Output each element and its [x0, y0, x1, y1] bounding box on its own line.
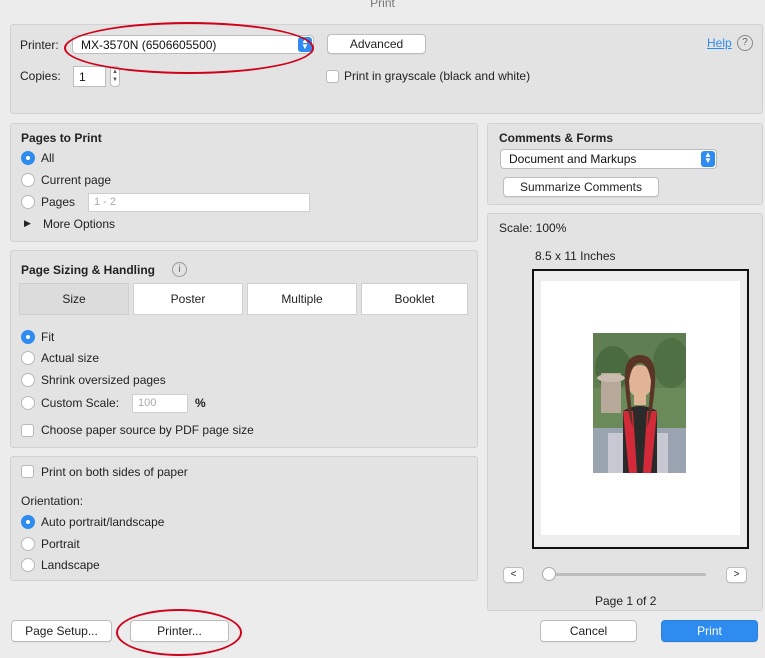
- paper-source-checkbox[interactable]: [21, 424, 34, 437]
- radio-fit[interactable]: [21, 330, 35, 344]
- pages-to-print-heading: Pages to Print: [21, 131, 102, 145]
- radio-portrait[interactable]: [21, 537, 35, 551]
- page-sizing-panel: [10, 250, 478, 448]
- printer-label: Printer:: [20, 38, 59, 52]
- chevron-updown-icon: ▲ ▼: [701, 151, 715, 167]
- tab-size[interactable]: Size: [19, 283, 129, 315]
- page-indicator: Page 1 of 2: [595, 594, 657, 608]
- info-icon[interactable]: i: [172, 262, 187, 277]
- next-page-button[interactable]: >: [726, 567, 747, 583]
- annotation-circle-printer-button: [116, 609, 242, 656]
- help-icon[interactable]: ?: [737, 35, 753, 51]
- tab-multiple[interactable]: Multiple: [247, 283, 357, 315]
- grayscale-checkbox[interactable]: [326, 70, 339, 83]
- radio-landscape[interactable]: [21, 558, 35, 572]
- page-setup-button[interactable]: Page Setup...: [11, 620, 112, 642]
- comments-forms-select-value: Document and Markups: [509, 152, 637, 166]
- preview-photo: [593, 333, 686, 473]
- radio-pages[interactable]: [21, 195, 35, 209]
- comments-forms-heading: Comments & Forms: [499, 131, 614, 145]
- info-icon-glyph: i: [178, 264, 181, 275]
- radio-auto-orientation-label: Auto portrait/landscape: [41, 515, 165, 529]
- radio-actual-size-label: Actual size: [41, 351, 100, 365]
- page-slider-thumb[interactable]: [542, 567, 556, 581]
- radio-current-page[interactable]: [21, 173, 35, 187]
- radio-current-page-label: Current page: [41, 173, 112, 187]
- radio-custom-scale-label: Custom Scale:: [41, 396, 120, 410]
- radio-custom-scale[interactable]: [21, 396, 35, 410]
- scale-label: Scale: 100%: [499, 221, 567, 235]
- custom-scale-input[interactable]: 100: [132, 394, 188, 413]
- page-slider-track[interactable]: [546, 573, 706, 576]
- paper-source-label: Choose paper source by PDF page size: [41, 423, 254, 437]
- cancel-button[interactable]: Cancel: [540, 620, 637, 642]
- help-link[interactable]: Help: [707, 36, 732, 50]
- summarize-comments-button[interactable]: Summarize Comments: [503, 177, 659, 197]
- tab-booklet[interactable]: Booklet: [361, 283, 468, 315]
- radio-all[interactable]: [21, 151, 35, 165]
- radio-pages-label: Pages: [41, 195, 76, 209]
- tab-poster[interactable]: Poster: [133, 283, 243, 315]
- radio-fit-label: Fit: [41, 330, 55, 344]
- radio-shrink-oversized-label: Shrink oversized pages: [41, 373, 166, 387]
- orientation-label: Orientation:: [21, 494, 84, 508]
- radio-shrink-oversized[interactable]: [21, 373, 35, 387]
- more-options-label[interactable]: More Options: [43, 217, 115, 231]
- both-sides-checkbox[interactable]: [21, 465, 34, 478]
- advanced-button[interactable]: Advanced: [327, 34, 426, 54]
- help-icon-glyph: ?: [742, 37, 748, 48]
- radio-landscape-label: Landscape: [41, 558, 100, 572]
- copies-input[interactable]: 1: [73, 66, 106, 87]
- more-options-disclosure-icon[interactable]: ▶: [24, 218, 31, 229]
- paper-size-label: 8.5 x 11 Inches: [535, 249, 616, 263]
- radio-all-label: All: [41, 151, 55, 165]
- copies-label: Copies:: [20, 69, 61, 83]
- radio-actual-size[interactable]: [21, 351, 35, 365]
- prev-page-button[interactable]: <: [503, 567, 524, 583]
- comments-forms-select[interactable]: Document and Markups ▲ ▼: [500, 149, 717, 169]
- grayscale-label: Print in grayscale (black and white): [344, 69, 531, 83]
- preview-frame: [532, 269, 749, 549]
- print-button[interactable]: Print: [661, 620, 758, 642]
- window-title: Print: [370, 0, 395, 10]
- radio-portrait-label: Portrait: [41, 537, 80, 551]
- page-sizing-heading: Page Sizing & Handling: [21, 263, 156, 277]
- radio-auto-orientation[interactable]: [21, 515, 35, 529]
- annotation-circle-printer: [64, 22, 314, 74]
- both-sides-label: Print on both sides of paper: [41, 465, 188, 479]
- percent-label: %: [195, 396, 206, 410]
- pages-range-input[interactable]: 1 - 2: [88, 193, 310, 212]
